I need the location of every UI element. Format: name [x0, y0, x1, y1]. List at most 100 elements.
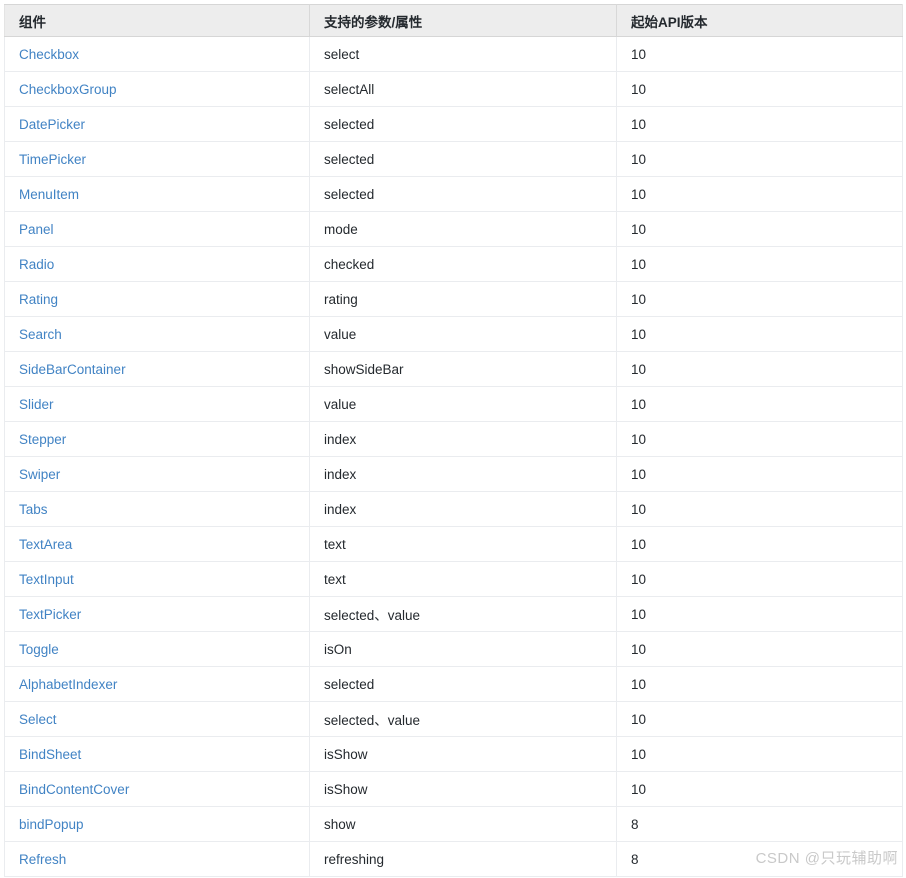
cell-api-version: 10 [616, 176, 903, 212]
component-link[interactable]: Checkbox [19, 47, 79, 62]
component-link[interactable]: SideBarContainer [19, 362, 126, 377]
component-link[interactable]: Toggle [19, 642, 59, 657]
table-row: Slider value 10 [4, 386, 903, 422]
table-body: Checkbox select 10 CheckboxGroup selectAll 10… [4, 36, 903, 877]
cell-component: BindSheet [4, 736, 310, 772]
cell-api-version: 10 [616, 141, 903, 177]
table-row: Refresh refreshing 8 [4, 841, 903, 877]
cell-api-version: 10 [616, 36, 903, 72]
table-header-row: 组件 支持的参数/属性 起始API版本 [4, 4, 903, 37]
component-link[interactable]: DatePicker [19, 117, 85, 132]
api-support-table: 组件 支持的参数/属性 起始API版本 Checkbox select 10 Chec… [4, 4, 903, 877]
table-row: TextArea text 10 [4, 526, 903, 562]
cell-api-version: 10 [616, 316, 903, 352]
cell-api-version: 10 [616, 211, 903, 247]
cell-params: isShow [309, 771, 617, 807]
cell-params: select [309, 36, 617, 72]
component-link[interactable]: BindContentCover [19, 782, 129, 797]
table-row: Search value 10 [4, 316, 903, 352]
page-root: 组件 支持的参数/属性 起始API版本 Checkbox select 10 Chec… [0, 0, 906, 878]
table-row: Swiper index 10 [4, 456, 903, 492]
cell-api-version: 10 [616, 631, 903, 667]
component-link[interactable]: MenuItem [19, 187, 79, 202]
cell-component: Tabs [4, 491, 310, 527]
cell-component: SideBarContainer [4, 351, 310, 387]
component-link[interactable]: Swiper [19, 467, 60, 482]
cell-params: isOn [309, 631, 617, 667]
component-link[interactable]: Refresh [19, 852, 66, 867]
table-row: BindSheet isShow 10 [4, 736, 903, 772]
cell-params: value [309, 386, 617, 422]
table-row: TimePicker selected 10 [4, 141, 903, 177]
cell-params: mode [309, 211, 617, 247]
cell-api-version: 10 [616, 771, 903, 807]
cell-component: Search [4, 316, 310, 352]
cell-component: AlphabetIndexer [4, 666, 310, 702]
cell-api-version: 10 [616, 281, 903, 317]
cell-params: text [309, 526, 617, 562]
component-link[interactable]: CheckboxGroup [19, 82, 117, 97]
cell-api-version: 10 [616, 736, 903, 772]
cell-api-version: 10 [616, 701, 903, 737]
cell-component: Toggle [4, 631, 310, 667]
cell-component: Slider [4, 386, 310, 422]
cell-api-version: 10 [616, 351, 903, 387]
table-row: TextInput text 10 [4, 561, 903, 597]
component-link[interactable]: Tabs [19, 502, 48, 517]
component-link[interactable]: TextPicker [19, 607, 81, 622]
component-link[interactable]: Slider [19, 397, 54, 412]
table-row: Rating rating 10 [4, 281, 903, 317]
component-link[interactable]: Panel [19, 222, 54, 237]
component-link[interactable]: BindSheet [19, 747, 81, 762]
cell-params: index [309, 421, 617, 457]
component-link[interactable]: TextArea [19, 537, 72, 552]
cell-api-version: 10 [616, 421, 903, 457]
cell-params: selected、value [309, 596, 617, 632]
cell-api-version: 10 [616, 526, 903, 562]
cell-params: selected [309, 141, 617, 177]
component-link[interactable]: TextInput [19, 572, 74, 587]
cell-api-version: 10 [616, 106, 903, 142]
component-link[interactable]: Select [19, 712, 57, 727]
cell-component: CheckboxGroup [4, 71, 310, 107]
cell-params: selected [309, 666, 617, 702]
cell-api-version: 10 [616, 246, 903, 282]
cell-api-version: 10 [616, 666, 903, 702]
component-link[interactable]: Radio [19, 257, 54, 272]
cell-params: show [309, 806, 617, 842]
cell-api-version: 10 [616, 596, 903, 632]
cell-params: index [309, 456, 617, 492]
cell-params: showSideBar [309, 351, 617, 387]
table-row: Stepper index 10 [4, 421, 903, 457]
cell-component: Checkbox [4, 36, 310, 72]
component-link[interactable]: TimePicker [19, 152, 86, 167]
cell-component: Refresh [4, 841, 310, 877]
component-link[interactable]: Stepper [19, 432, 66, 447]
cell-component: Stepper [4, 421, 310, 457]
table-row: BindContentCover isShow 10 [4, 771, 903, 807]
component-link[interactable]: Rating [19, 292, 58, 307]
column-header-api-version: 起始API版本 [616, 4, 903, 37]
component-link[interactable]: bindPopup [19, 817, 84, 832]
table-row: Checkbox select 10 [4, 36, 903, 72]
table-header: 组件 支持的参数/属性 起始API版本 [4, 4, 903, 37]
cell-params: selected [309, 176, 617, 212]
table-row: CheckboxGroup selectAll 10 [4, 71, 903, 107]
cell-api-version: 10 [616, 386, 903, 422]
cell-component: TimePicker [4, 141, 310, 177]
table-row: AlphabetIndexer selected 10 [4, 666, 903, 702]
table-row: Panel mode 10 [4, 211, 903, 247]
component-link[interactable]: Search [19, 327, 62, 342]
cell-params: selectAll [309, 71, 617, 107]
table-row: MenuItem selected 10 [4, 176, 903, 212]
cell-component: bindPopup [4, 806, 310, 842]
cell-params: checked [309, 246, 617, 282]
cell-api-version: 10 [616, 456, 903, 492]
cell-params: selected、value [309, 701, 617, 737]
component-link[interactable]: AlphabetIndexer [19, 677, 117, 692]
table-row: TextPicker selected、value 10 [4, 596, 903, 632]
table-row: DatePicker selected 10 [4, 106, 903, 142]
table-row: Radio checked 10 [4, 246, 903, 282]
cell-api-version: 10 [616, 561, 903, 597]
cell-params: index [309, 491, 617, 527]
